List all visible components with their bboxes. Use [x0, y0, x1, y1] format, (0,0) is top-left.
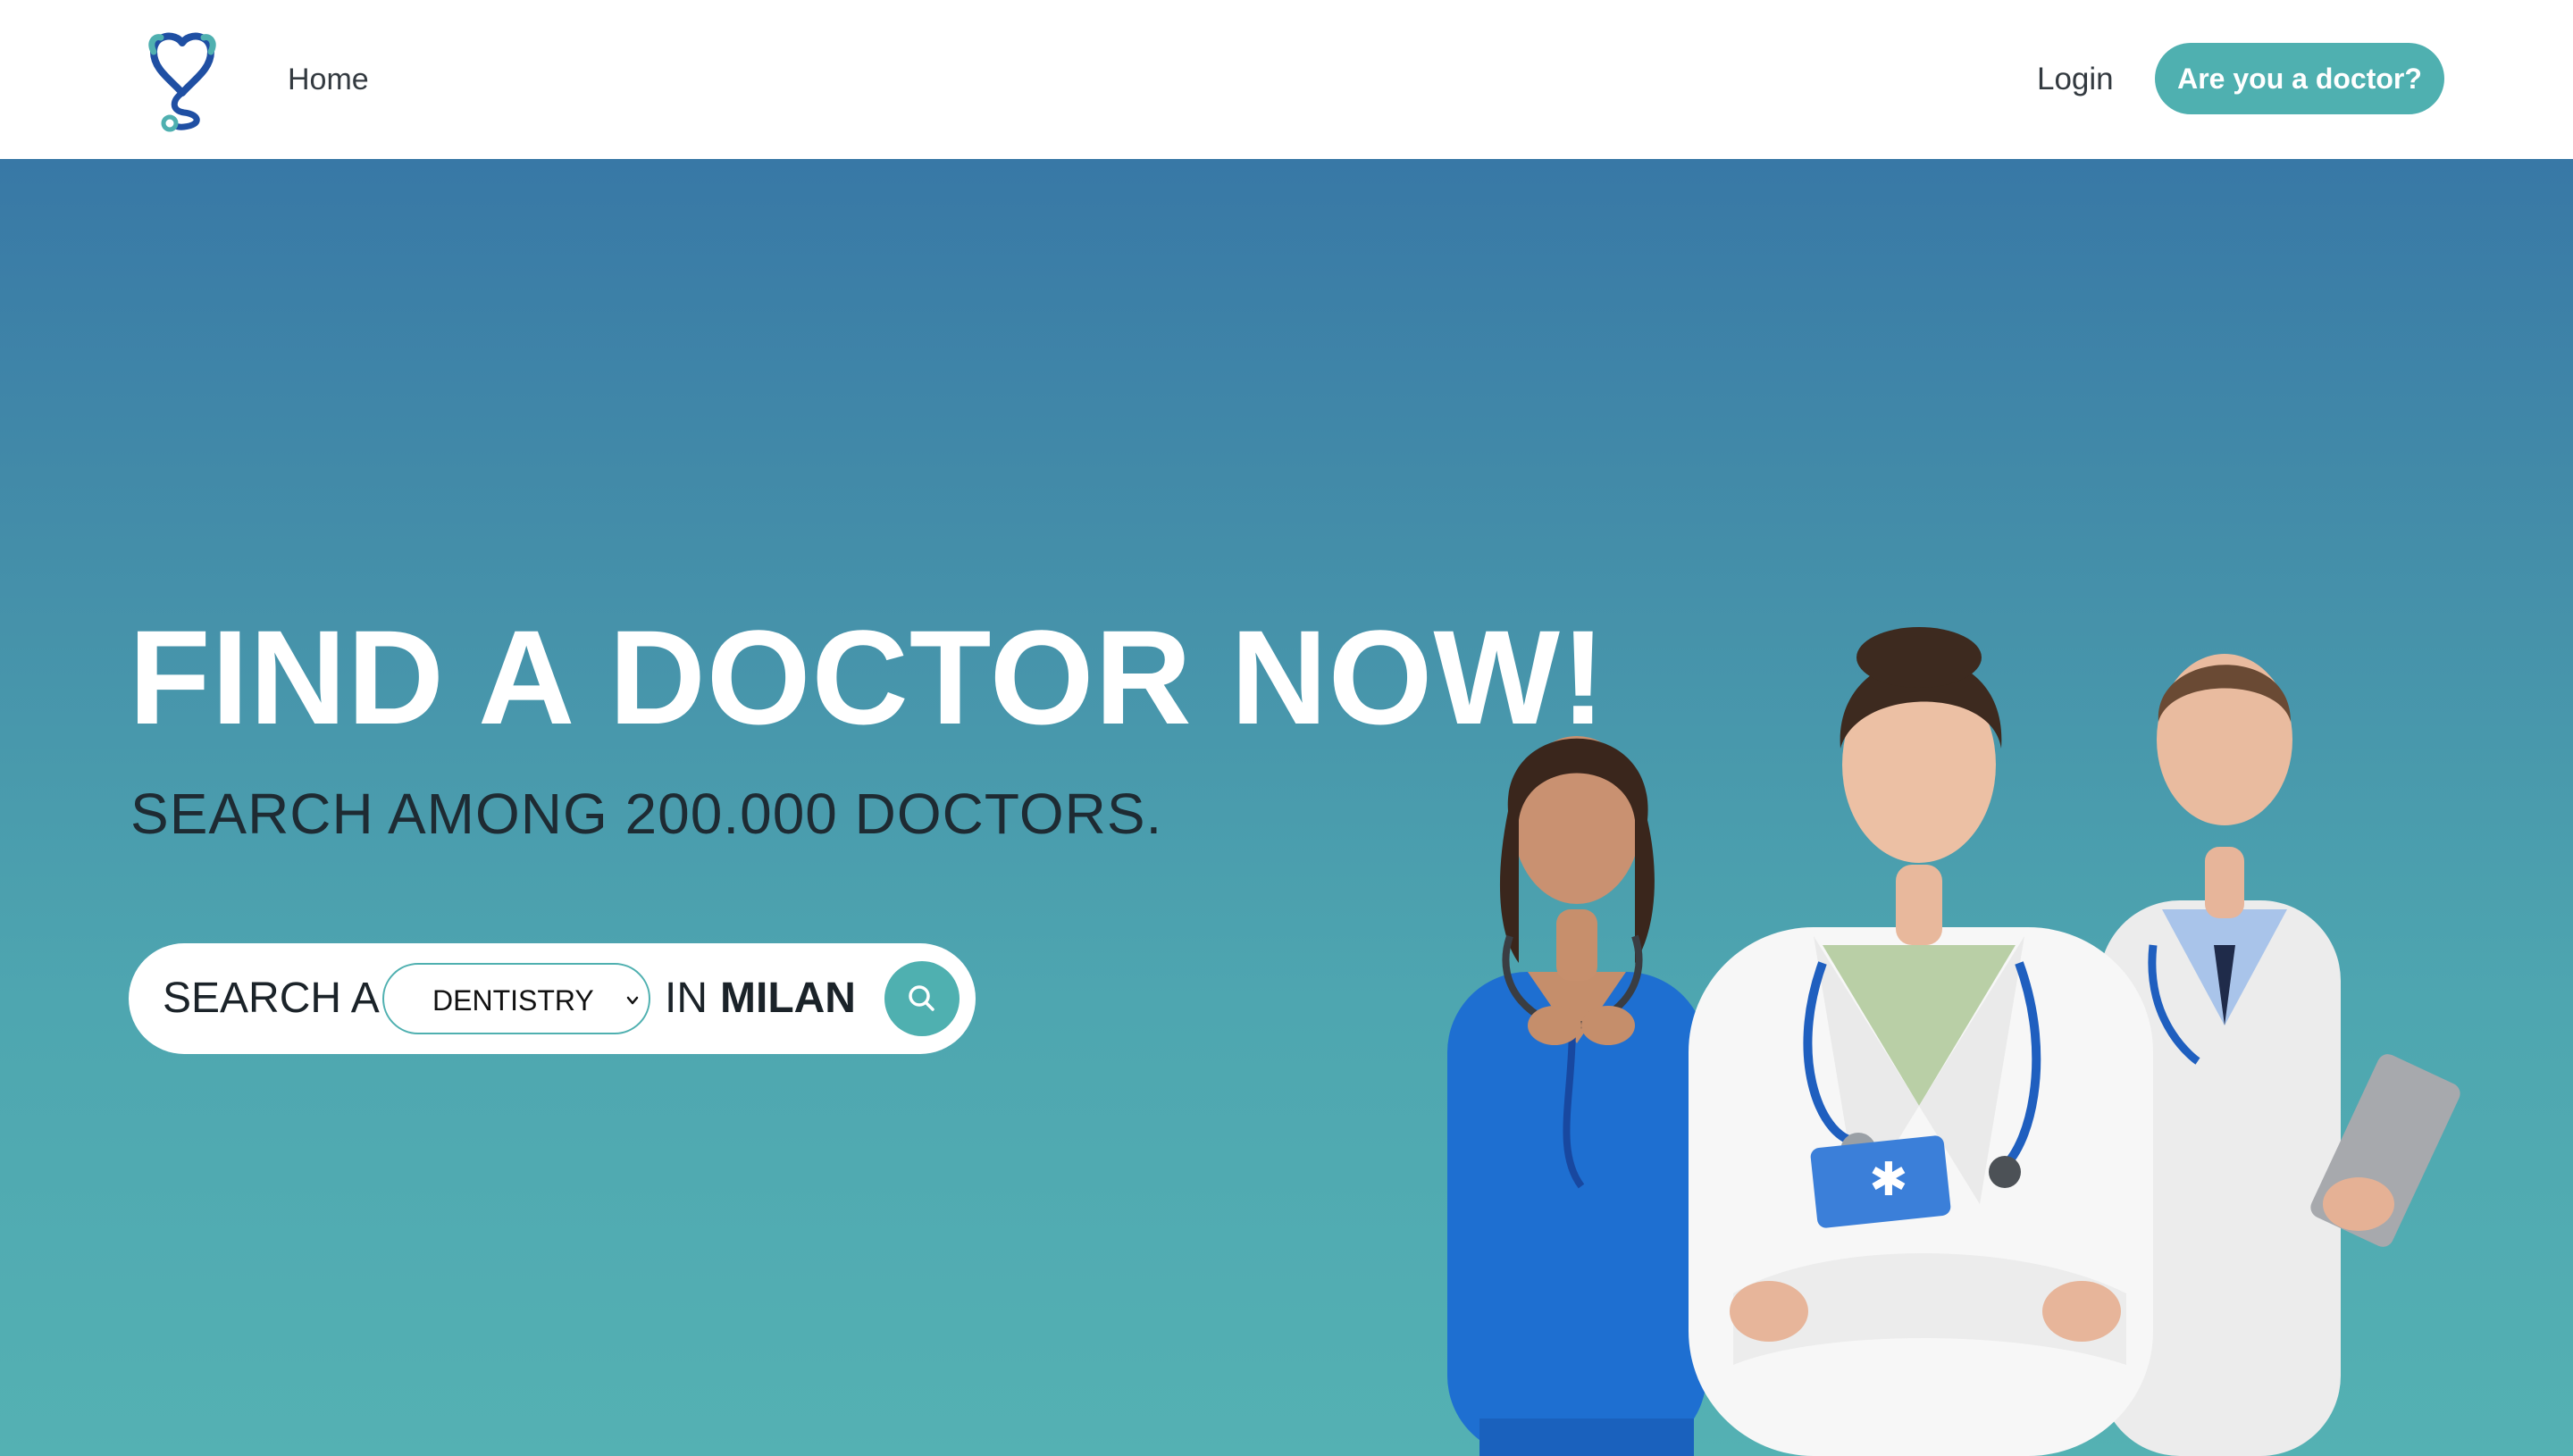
female-doctor-scrubs-figure — [1447, 736, 1706, 1456]
nav-home-link[interactable]: Home — [288, 59, 369, 100]
hero-section: FIND A DOCTOR NOW! SEARCH AMONG 200.000 … — [0, 159, 2573, 1456]
search-button[interactable] — [884, 961, 960, 1036]
search-city-value[interactable]: MILAN — [720, 974, 856, 1024]
search-prefix-label: SEARCH A — [163, 975, 380, 1022]
svg-text:✱: ✱ — [1869, 1153, 1908, 1207]
male-doctor-figure — [2099, 654, 2460, 1456]
top-navbar: Home Login Are you a doctor? — [0, 0, 2573, 159]
search-in-label: IN — [665, 975, 708, 1022]
specialty-dropdown[interactable]: DENTISTRY — [382, 963, 650, 1034]
search-icon — [909, 985, 934, 1011]
hero-subtitle: SEARCH AMONG 200.000 DOCTORS. — [130, 782, 1163, 846]
hero-title: FIND A DOCTOR NOW! — [129, 602, 1606, 752]
chevron-down-icon — [622, 990, 643, 1011]
doctor-search-bar: SEARCH A DENTISTRY IN MILAN — [129, 943, 976, 1054]
three-doctors-photo: ✱ — [1394, 525, 2502, 1456]
stethoscope-heart-icon[interactable] — [145, 30, 220, 138]
specialty-selected-value: DENTISTRY — [432, 984, 594, 1017]
female-doctor-white-coat-figure: ✱ — [1689, 627, 2153, 1456]
are-you-a-doctor-button[interactable]: Are you a doctor? — [2155, 43, 2444, 114]
nav-login-link[interactable]: Login — [2037, 59, 2114, 100]
